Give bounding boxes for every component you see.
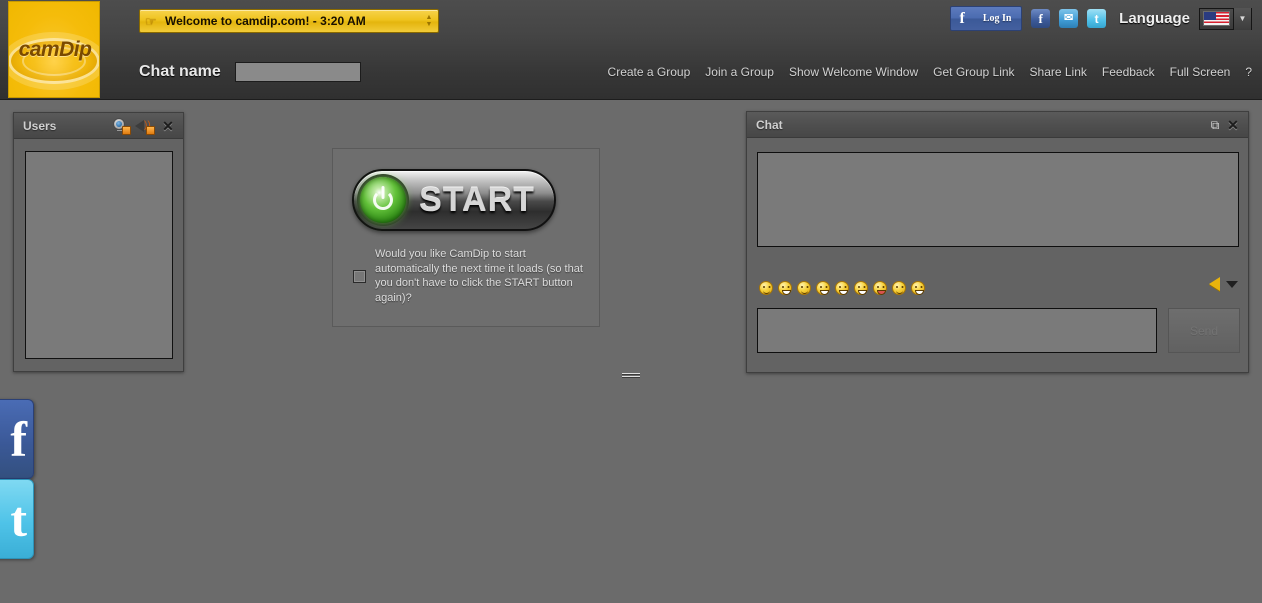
header-top-right: f Log In f ✉ t Language ▼	[950, 6, 1252, 31]
power-glyph	[373, 190, 393, 210]
logo-text: camDip	[18, 37, 92, 61]
users-list[interactable]	[25, 151, 173, 359]
start-button-label: START	[419, 180, 535, 219]
facebook-share-icon[interactable]: f	[1031, 9, 1051, 28]
webcam-permission-icon[interactable]	[111, 117, 131, 135]
emoji-neutral[interactable]	[892, 281, 906, 295]
welcome-stepper-icon[interactable]: ▲ ▼	[420, 10, 438, 32]
send-button[interactable]: Send	[1168, 308, 1240, 353]
resize-line-1	[622, 373, 640, 374]
site-header: camDip ☞ Welcome to camdip.com! - 3:20 A…	[0, 0, 1262, 100]
nav-help[interactable]: ?	[1245, 65, 1252, 79]
sound-bell-icon[interactable]	[1209, 277, 1220, 291]
emoji-grin[interactable]	[778, 281, 792, 295]
twitter-float-button[interactable]: t	[0, 479, 34, 559]
welcome-message-bar[interactable]: ☞ Welcome to camdip.com! - 3:20 AM ▲ ▼	[139, 9, 439, 33]
emoji-laugh[interactable]	[816, 281, 830, 295]
camdip-app: camDip ☞ Welcome to camdip.com! - 3:20 A…	[0, 0, 1262, 603]
users-panel-header: Users )) ✕	[14, 113, 183, 139]
flag-canton	[1204, 12, 1216, 20]
email-share-icon[interactable]: ✉	[1059, 9, 1079, 28]
language-selector[interactable]: ▼	[1199, 7, 1252, 30]
sound-controls	[1209, 277, 1238, 291]
nav-feedback[interactable]: Feedback	[1102, 65, 1155, 79]
users-panel-close-icon[interactable]: ✕	[159, 117, 177, 135]
nav-full-screen[interactable]: Full Screen	[1170, 65, 1231, 79]
speaker-cone	[135, 119, 144, 132]
welcome-message-text: Welcome to camdip.com! - 3:20 AM	[165, 14, 366, 28]
speaker-permission-icon[interactable]: ))	[135, 118, 155, 135]
chat-name-row: Chat name	[139, 62, 361, 82]
chat-name-label: Chat name	[139, 63, 221, 80]
facebook-login-button[interactable]: f Log In	[950, 6, 1023, 31]
emoji-wink[interactable]	[911, 281, 925, 295]
emoji-big-grin[interactable]	[835, 281, 849, 295]
chat-panel-header: Chat ⧉ ✕	[747, 112, 1248, 138]
nav-join-a-group[interactable]: Join a Group	[705, 65, 774, 79]
panel-resize-handle[interactable]	[622, 371, 640, 379]
twitter-share-icon[interactable]: t	[1087, 9, 1107, 28]
speaker-badge	[146, 125, 155, 135]
sound-dropdown-icon[interactable]	[1226, 280, 1238, 288]
nav-get-group-link[interactable]: Get Group Link	[933, 65, 1014, 79]
chat-panel-title: Chat	[756, 117, 783, 132]
resize-line-2	[622, 376, 640, 377]
twitter-float-wrap: t	[0, 479, 34, 559]
chat-name-input[interactable]	[234, 62, 361, 82]
auto-start-row: Would you like CamDip to start automatic…	[353, 247, 585, 305]
emoji-picker-row	[759, 281, 925, 295]
emoji-teeth[interactable]	[854, 281, 868, 295]
emoji-tongue[interactable]	[873, 281, 887, 295]
chevron-down-icon[interactable]: ▼	[1233, 7, 1251, 30]
popout-window-icon[interactable]: ⧉	[1206, 116, 1224, 134]
header-nav: Create a Group Join a Group Show Welcome…	[608, 65, 1252, 79]
users-panel: Users )) ✕	[13, 112, 184, 372]
chat-panel: Chat ⧉ ✕ Send	[746, 111, 1249, 373]
nav-share-link[interactable]: Share Link	[1030, 65, 1087, 79]
facebook-f-icon: f	[959, 9, 965, 27]
language-label: Language	[1119, 10, 1190, 27]
us-flag-icon	[1203, 11, 1230, 26]
power-icon	[360, 177, 406, 223]
camdip-logo[interactable]: camDip	[8, 1, 100, 98]
nav-show-welcome-window[interactable]: Show Welcome Window	[789, 65, 918, 79]
facebook-float-wrap: f	[0, 399, 34, 479]
emoji-smile[interactable]	[759, 281, 773, 295]
pointing-hand-icon: ☞	[145, 13, 157, 29]
start-button[interactable]: START	[352, 169, 556, 231]
nav-create-a-group[interactable]: Create a Group	[608, 65, 691, 79]
users-panel-title: Users	[23, 118, 57, 133]
auto-start-text: Would you like CamDip to start automatic…	[375, 248, 583, 304]
auto-start-checkbox[interactable]	[353, 269, 366, 283]
start-box: START Would you like CamDip to start aut…	[332, 148, 600, 327]
webcam-badge	[122, 125, 131, 135]
chat-message-input[interactable]	[757, 308, 1157, 353]
facebook-login-label: Log In	[982, 13, 1012, 24]
facebook-float-button[interactable]: f	[0, 399, 34, 479]
chat-panel-close-icon[interactable]: ✕	[1224, 116, 1242, 134]
chat-message-log[interactable]	[757, 152, 1239, 247]
emoji-happy[interactable]	[797, 281, 811, 295]
